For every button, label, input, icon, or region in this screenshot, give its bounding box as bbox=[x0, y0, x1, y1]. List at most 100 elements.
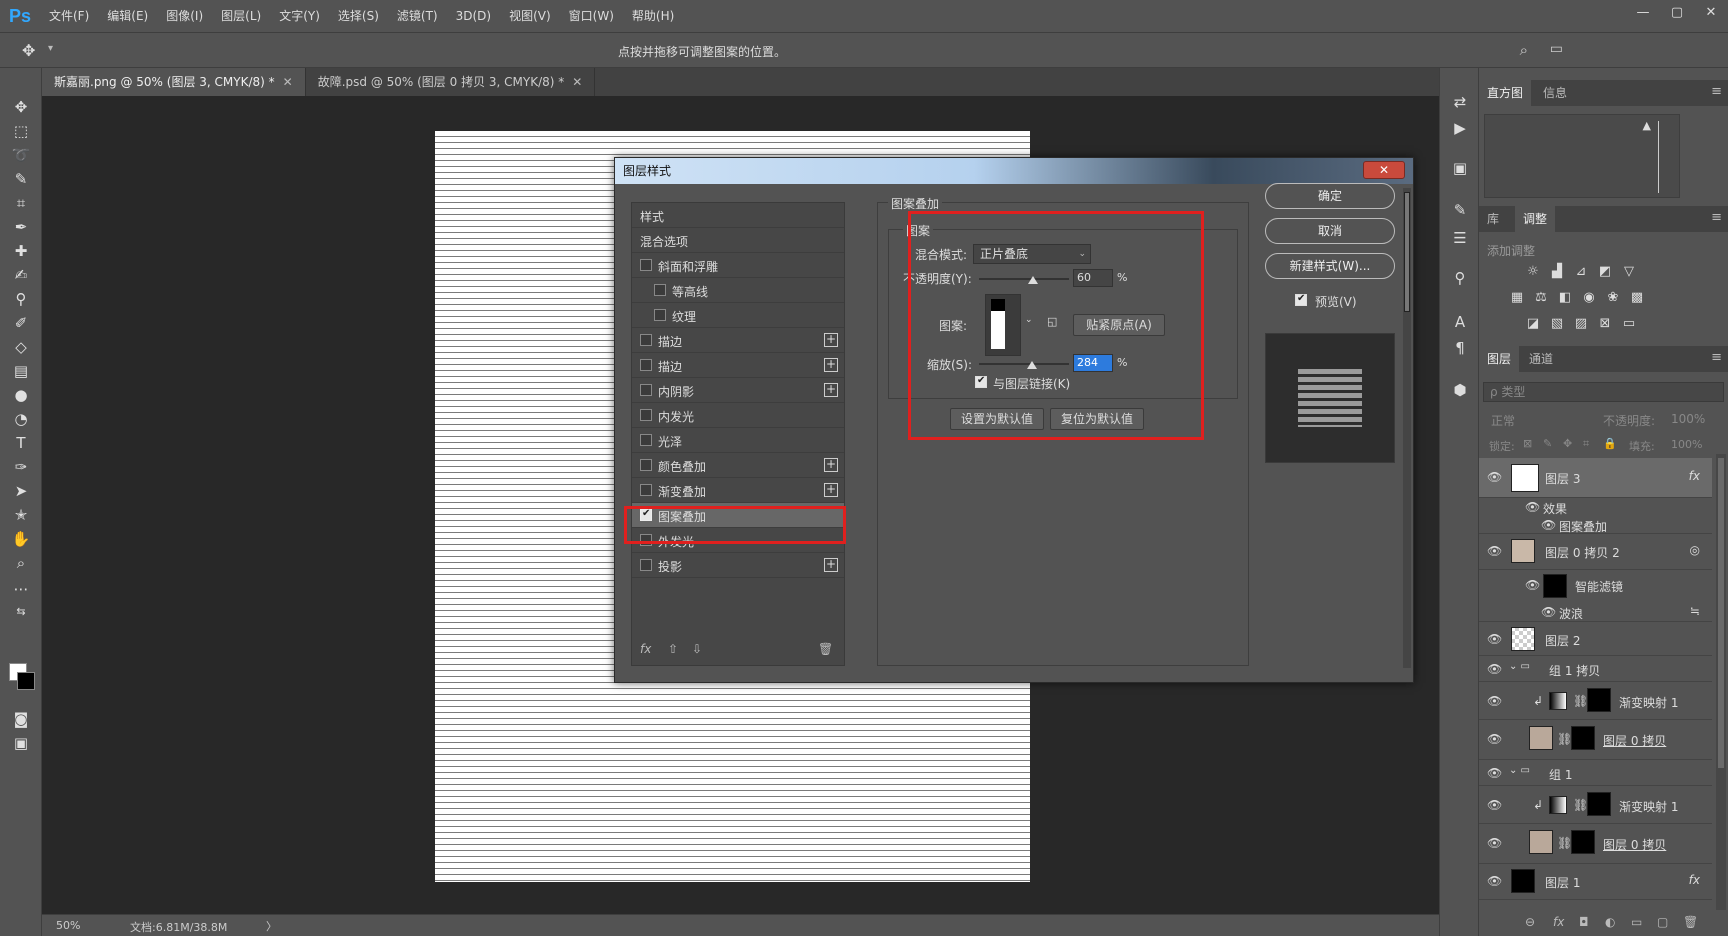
eye-icon[interactable]: 👁 bbox=[1487, 662, 1502, 676]
close-window-icon[interactable]: ✕ bbox=[1694, 0, 1728, 24]
styles-header[interactable]: 样式 bbox=[632, 203, 844, 228]
menu-type[interactable]: 文字(Y) bbox=[270, 0, 329, 32]
style-checkbox[interactable] bbox=[640, 459, 652, 471]
group-name[interactable]: 组 1 bbox=[1549, 766, 1572, 783]
eye-icon[interactable]: 👁 bbox=[1487, 632, 1502, 646]
menu-view[interactable]: 视图(V) bbox=[500, 0, 560, 32]
layers-scroll-thumb[interactable] bbox=[1718, 458, 1724, 768]
paragraph-icon[interactable]: ¶ bbox=[1450, 338, 1470, 358]
new-layer-icon[interactable]: ▢ bbox=[1657, 915, 1668, 929]
zoom-icon[interactable]: ⌕ bbox=[10, 552, 32, 574]
style-item-inner-shadow[interactable]: 内阴影 + bbox=[632, 378, 844, 403]
eye-icon[interactable]: 👁 bbox=[1525, 500, 1540, 514]
style-checkbox[interactable] bbox=[640, 434, 652, 446]
panel-menu-icon[interactable]: ≡ bbox=[1711, 350, 1722, 365]
character-icon[interactable]: A bbox=[1450, 312, 1470, 332]
3d-icon[interactable]: ⬢ bbox=[1450, 380, 1470, 400]
move-icon[interactable]: ✥ bbox=[10, 96, 32, 118]
preview-checkbox[interactable] bbox=[1295, 293, 1307, 306]
gradient-map-icon[interactable]: ▭ bbox=[1621, 316, 1637, 332]
layer-row-gradient-map-1[interactable]: 👁 ↲ ⛓ 渐变映射 1 bbox=[1479, 682, 1712, 720]
layers-scrollbar[interactable] bbox=[1716, 454, 1726, 910]
tab-channels[interactable]: 通道 bbox=[1521, 346, 1561, 372]
bw-icon[interactable]: ◧ bbox=[1557, 290, 1573, 306]
layer-name[interactable]: 图层 1 bbox=[1545, 874, 1580, 891]
style-checkbox[interactable] bbox=[640, 259, 652, 271]
tab-document-1[interactable]: 斯嘉丽.png @ 50% (图层 3, CMYK/8) * ✕ bbox=[42, 68, 306, 96]
layer-effects-row[interactable]: 👁 效果 bbox=[1479, 498, 1712, 516]
add-effect-icon[interactable]: + bbox=[824, 558, 838, 572]
style-item-satin[interactable]: 光泽 bbox=[632, 428, 844, 453]
invert-icon[interactable]: ◪ bbox=[1525, 316, 1541, 332]
brush-settings-icon[interactable]: ✎ bbox=[1450, 200, 1470, 220]
gradient-icon[interactable]: ▤ bbox=[10, 360, 32, 382]
style-item-stroke-2[interactable]: 描边 + bbox=[632, 353, 844, 378]
style-item-stroke-1[interactable]: 描边 + bbox=[632, 328, 844, 353]
eyedropper-icon[interactable]: ✒ bbox=[10, 216, 32, 238]
panel-menu-icon[interactable]: ≡ bbox=[1711, 84, 1722, 99]
tab-info[interactable]: 信息 bbox=[1535, 80, 1575, 106]
menu-layer[interactable]: 图层(L) bbox=[212, 0, 270, 32]
group-expand-icon[interactable]: ⌄ ▭ bbox=[1509, 765, 1530, 776]
dialog-close-button[interactable]: ✕ bbox=[1363, 161, 1405, 179]
quick-select-icon[interactable]: ✎ bbox=[10, 168, 32, 190]
style-item-texture[interactable]: 纹理 bbox=[632, 303, 844, 328]
layer-row-layer-1[interactable]: 👁 图层 1 fx bbox=[1479, 864, 1712, 900]
layer-row-layer-0-copy-2[interactable]: 👁 图层 0 拷贝 2 ◎ bbox=[1479, 534, 1712, 570]
marquee-icon[interactable]: ⬚ bbox=[10, 120, 32, 142]
eye-icon[interactable]: 👁 bbox=[1541, 605, 1556, 619]
ok-button[interactable]: 确定 bbox=[1265, 183, 1395, 209]
layer-name[interactable]: 图层 3 bbox=[1545, 470, 1580, 487]
screen-mode-icon[interactable]: ▣ bbox=[10, 732, 32, 754]
layer-row-layer-3[interactable]: 👁 图层 3 fx bbox=[1479, 458, 1712, 498]
layer-effect-pattern-row[interactable]: 👁 图案叠加 bbox=[1479, 516, 1712, 534]
add-style-icon[interactable]: fx bbox=[1553, 915, 1564, 929]
move-up-icon[interactable]: ⇧ bbox=[668, 642, 678, 656]
panel-menu-icon[interactable]: ≡ bbox=[1711, 210, 1722, 225]
posterize-icon[interactable]: ▧ bbox=[1549, 316, 1565, 332]
filter-options-icon[interactable]: ≒ bbox=[1690, 604, 1700, 618]
delete-layer-icon[interactable]: 🗑 bbox=[1683, 915, 1698, 929]
menu-3d[interactable]: 3D(D) bbox=[447, 0, 500, 32]
add-effect-icon[interactable]: + bbox=[824, 383, 838, 397]
dialog-scroll-thumb[interactable] bbox=[1404, 192, 1410, 312]
link-layers-icon[interactable]: ⊖ bbox=[1525, 915, 1535, 929]
lasso-icon[interactable]: ➰ bbox=[10, 144, 32, 166]
menu-filter[interactable]: 滤镜(T) bbox=[388, 0, 447, 32]
pen-icon[interactable]: ✑ bbox=[10, 456, 32, 478]
link-icon[interactable]: ⛓ bbox=[1573, 694, 1588, 708]
link-icon[interactable]: ⛓ bbox=[1557, 732, 1572, 746]
add-effect-icon[interactable]: + bbox=[824, 458, 838, 472]
layer-name[interactable]: 渐变映射 1 bbox=[1619, 694, 1678, 711]
style-item-bevel[interactable]: 斜面和浮雕 bbox=[632, 253, 844, 278]
blend-options-item[interactable]: 混合选项 bbox=[632, 228, 844, 253]
eye-icon[interactable]: 👁 bbox=[1541, 518, 1556, 532]
swap-colors-icon[interactable]: ⇆ bbox=[10, 600, 32, 622]
actions-play-icon[interactable]: ▶ bbox=[1450, 118, 1470, 138]
cancel-button[interactable]: 取消 bbox=[1265, 218, 1395, 244]
tool-preset-dropdown-icon[interactable]: ▾ bbox=[48, 43, 53, 54]
workspace-icon[interactable]: ▭ bbox=[1550, 41, 1563, 57]
eye-icon[interactable]: 👁 bbox=[1487, 544, 1502, 558]
link-icon[interactable]: ⛓ bbox=[1573, 798, 1588, 812]
style-item-contour[interactable]: 等高线 bbox=[632, 278, 844, 303]
layer-name[interactable]: 图层 2 bbox=[1545, 632, 1580, 649]
healing-icon[interactable]: ✚ bbox=[10, 240, 32, 262]
layer-row-layer-0-copy-b[interactable]: 👁 ⛓ 图层 0 拷贝 bbox=[1479, 824, 1712, 864]
status-menu-arrow-icon[interactable]: 〉 bbox=[266, 918, 277, 934]
blur-icon[interactable]: ● bbox=[10, 384, 32, 406]
layer-name[interactable]: 图层 0 拷贝 2 bbox=[1545, 544, 1620, 561]
eye-icon[interactable]: 👁 bbox=[1487, 836, 1502, 850]
style-checkbox[interactable] bbox=[654, 309, 666, 321]
move-down-icon[interactable]: ⇩ bbox=[692, 642, 702, 656]
layer-blend-mode-select[interactable]: 正常 bbox=[1491, 412, 1515, 429]
add-effect-icon[interactable]: + bbox=[824, 358, 838, 372]
hue-icon[interactable]: ▦ bbox=[1509, 290, 1525, 306]
menu-window[interactable]: 窗口(W) bbox=[560, 0, 623, 32]
curves-icon[interactable]: ⊿ bbox=[1573, 264, 1589, 280]
lock-pixels-icon[interactable]: ⊠ bbox=[1523, 437, 1532, 450]
dodge-icon[interactable]: ◔ bbox=[10, 408, 32, 430]
layer-name[interactable]: 图层 0 拷贝 bbox=[1603, 836, 1666, 853]
photo-filter-icon[interactable]: ◉ bbox=[1581, 290, 1597, 306]
stamp-icon[interactable]: ⚲ bbox=[10, 288, 32, 310]
